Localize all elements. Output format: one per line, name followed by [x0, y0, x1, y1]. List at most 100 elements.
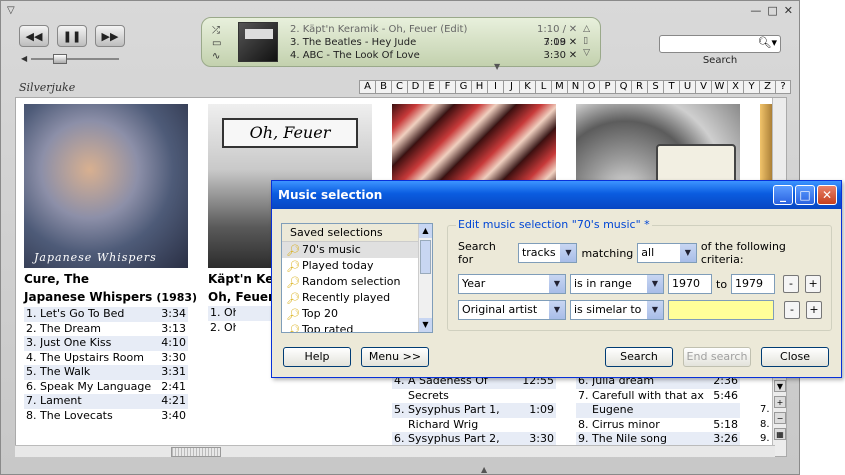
track-row[interactable]: 7. Carefull with that axe, 5:46	[576, 389, 740, 404]
letter-button[interactable]: E	[423, 80, 439, 94]
remove-rule-button[interactable]: -	[783, 275, 800, 293]
expand-queue-icon[interactable]: ▼	[494, 62, 500, 71]
close-button[interactable]: Close	[761, 347, 829, 367]
letter-button[interactable]: T	[663, 80, 679, 94]
queue-row[interactable]: 4. ABC - The Look Of Love 3:30 ✕	[290, 49, 580, 62]
scroll-down-icon[interactable]: ▼	[774, 380, 786, 392]
scroll-up-icon[interactable]: △	[583, 24, 590, 34]
letter-button[interactable]: V	[695, 80, 711, 94]
album-cover[interactable]: Japanese Whispers	[24, 104, 188, 268]
end-search-button[interactable]: End search	[683, 347, 751, 367]
letter-button[interactable]: L	[535, 80, 551, 94]
saved-selection-item[interactable]: 🔎︎ 70's music	[282, 242, 432, 258]
letter-button[interactable]: U	[679, 80, 695, 94]
wave-icon[interactable]: ∿	[212, 51, 221, 62]
letter-button[interactable]: F	[439, 80, 455, 94]
scroll-down-icon[interactable]: ▼	[419, 318, 432, 332]
scroll-thumb[interactable]	[420, 240, 431, 274]
letter-button[interactable]: Z	[759, 80, 775, 94]
rule-value-input[interactable]	[668, 300, 774, 320]
letter-button[interactable]: Y	[743, 80, 759, 94]
track-row[interactable]: 6. Speak My Language 2:41	[24, 380, 188, 395]
album-card[interactable]: Japanese Whispers Cure, The Japanese Whi…	[24, 104, 197, 423]
letter-button[interactable]: H	[471, 80, 487, 94]
rule-operator-select[interactable]: is simelar to ▼	[570, 300, 664, 320]
letter-button[interactable]: K	[519, 80, 535, 94]
letter-button[interactable]: N	[567, 80, 583, 94]
search-icon[interactable]: 🔍︎▾	[758, 36, 778, 49]
letter-button[interactable]: J	[503, 80, 519, 94]
letter-button[interactable]: I	[487, 80, 503, 94]
queue-row[interactable]: 3. The Beatles - Hey Jude 7:09 ✕	[290, 36, 580, 49]
track-row[interactable]: 7. Lament 4:21	[24, 394, 188, 409]
track-row[interactable]: Eugene	[576, 403, 740, 418]
track-row[interactable]: 8. The Lovecats 3:40	[24, 409, 188, 424]
remove-icon[interactable]: ✕	[566, 36, 580, 49]
track-row[interactable]: 5. Sysyphus Part 1, 1:09	[392, 403, 556, 418]
window-menu-icon[interactable]: ▽	[7, 5, 15, 16]
scroll-thumb-icon[interactable]: ▯	[583, 36, 590, 46]
track-row[interactable]: 2.Oh, Feuer	[208, 321, 272, 336]
saved-selection-item[interactable]: 🔎︎ Random selection	[282, 274, 432, 290]
matching-select[interactable]: all ▼	[637, 243, 697, 263]
saved-scrollbar[interactable]: ▲ ▼	[418, 224, 432, 332]
rule-operator-select[interactable]: is in range ▼	[570, 274, 664, 294]
letter-button[interactable]: D	[407, 80, 423, 94]
saved-selection-item[interactable]: 🔎︎ Top rated	[282, 322, 432, 332]
track-row[interactable]: 2. The Dream 3:13	[24, 322, 188, 337]
track-row[interactable]: Richard Wrig	[392, 418, 556, 433]
letter-button[interactable]: R	[631, 80, 647, 94]
letter-button[interactable]: P	[599, 80, 615, 94]
pause-button[interactable]: ❚❚	[57, 25, 87, 47]
dialog-maximize-icon[interactable]: □	[795, 185, 815, 205]
track-row[interactable]: 1. Let's Go To Bed 3:34	[24, 307, 188, 322]
letter-button[interactable]: A	[359, 80, 375, 94]
letter-button[interactable]: G	[455, 80, 471, 94]
saved-selection-item[interactable]: 🔎︎ Played today	[282, 258, 432, 274]
add-rule-button[interactable]: +	[805, 275, 822, 293]
next-button[interactable]: ▶▶	[95, 25, 125, 47]
horizontal-scroll-thumb[interactable]	[171, 447, 221, 457]
rule-field-select[interactable]: Original artist ▼	[458, 300, 566, 320]
volume-knob[interactable]	[53, 54, 67, 64]
range-from-input[interactable]: 1970	[668, 274, 712, 294]
track-row[interactable]: 3. Just One Kiss 4:10	[24, 336, 188, 351]
zoom-in-icon[interactable]: +	[774, 396, 786, 408]
horizontal-scrollbar[interactable]	[15, 445, 775, 457]
remove-rule-button[interactable]: -	[784, 301, 800, 319]
queue-row[interactable]: 2. Käpt'n Keramik - Oh, Feuer (Edit) 1:1…	[290, 23, 580, 48]
remove-icon[interactable]: ✕	[566, 49, 580, 62]
menu-button[interactable]: Menu >>	[361, 347, 429, 367]
letter-button[interactable]: ?	[775, 80, 791, 94]
saved-selection-item[interactable]: 🔎︎ Top 20	[282, 306, 432, 322]
track-row[interactable]: Secrets	[392, 389, 556, 404]
letter-button[interactable]: X	[727, 80, 743, 94]
track-row[interactable]: 5. The Walk 3:31	[24, 365, 188, 380]
range-to-input[interactable]: 1979	[731, 274, 776, 294]
search-for-select[interactable]: tracks ▼	[517, 243, 578, 263]
volume-slider[interactable]: ◀	[21, 54, 121, 64]
close-icon[interactable]: ✕	[784, 4, 793, 17]
letter-button[interactable]: B	[375, 80, 391, 94]
track-row[interactable]: 8. Cirrus minor 5:18	[576, 418, 740, 433]
resize-grip-icon[interactable]: ▲	[481, 465, 487, 474]
dialog-minimize-icon[interactable]: _	[773, 185, 793, 205]
letter-button[interactable]: M	[551, 80, 567, 94]
shuffle-icon[interactable]: ⤮	[212, 25, 221, 36]
letter-button[interactable]: C	[391, 80, 407, 94]
letter-button[interactable]: S	[647, 80, 663, 94]
track-row[interactable]: 1.Oh, Feuer	[208, 306, 272, 321]
maximize-icon[interactable]: □	[767, 4, 777, 17]
track-row[interactable]: 4. The Upstairs Room 3:30	[24, 351, 188, 366]
remove-icon[interactable]: ✕	[566, 23, 580, 36]
add-rule-button[interactable]: +	[806, 301, 822, 319]
letter-button[interactable]: W	[711, 80, 727, 94]
repeat-icon[interactable]: ▭	[212, 38, 221, 49]
minimize-icon[interactable]: —	[750, 4, 761, 17]
dialog-close-icon[interactable]: ✕	[817, 185, 837, 205]
help-button[interactable]: Help	[283, 347, 351, 367]
letter-button[interactable]: Q	[615, 80, 631, 94]
letter-button[interactable]: O	[583, 80, 599, 94]
zoom-out-icon[interactable]: −	[774, 412, 786, 424]
scroll-down-icon[interactable]: ▽	[583, 48, 590, 58]
